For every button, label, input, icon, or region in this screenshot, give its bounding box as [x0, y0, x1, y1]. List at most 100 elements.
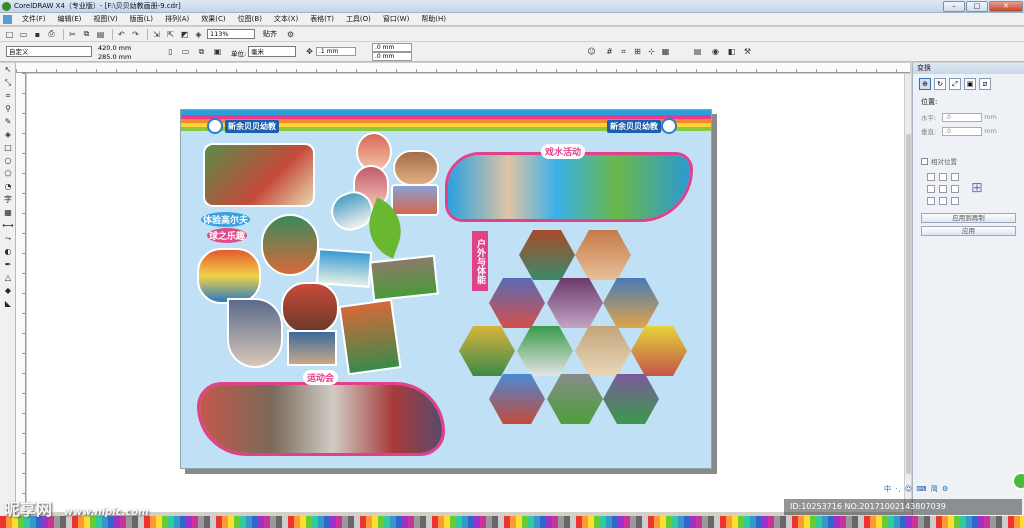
skew-tab-icon[interactable]: ⧄: [979, 78, 991, 90]
copy-icon[interactable]: ⧉: [81, 29, 92, 40]
anchor-cell[interactable]: [927, 197, 935, 205]
zoom-level-select[interactable]: 113%: [207, 29, 255, 39]
snap-to-dropdown[interactable]: 贴齐: [263, 29, 277, 39]
duplicate-y-field[interactable]: .0 mm: [372, 52, 412, 61]
anchor-point-grid[interactable]: [927, 173, 959, 205]
ime-toolbar[interactable]: 中 ·, ☺ ⌨ 简 ⚙: [884, 484, 949, 494]
hex-photo[interactable]: [489, 374, 545, 424]
welcome-icon[interactable]: ◈: [193, 29, 204, 40]
anchor-cell[interactable]: [939, 197, 947, 205]
redo-icon[interactable]: ↷: [130, 29, 141, 40]
table-tool-icon[interactable]: ▦: [2, 207, 14, 219]
freehand-tool-icon[interactable]: ✎: [2, 116, 14, 128]
rectangle-tool-icon[interactable]: □: [2, 142, 14, 154]
anchor-cell[interactable]: [951, 197, 959, 205]
options-panel-icon[interactable]: ▤: [692, 46, 703, 57]
rotate-tab-icon[interactable]: ↻: [934, 78, 946, 90]
fill-tool-icon[interactable]: ◆: [2, 285, 14, 297]
options-icon[interactable]: ⚙: [285, 29, 296, 40]
hex-photo[interactable]: [575, 326, 631, 376]
vertical-scrollbar[interactable]: [904, 74, 911, 512]
photo-team-games[interactable]: [287, 330, 337, 366]
zoom-tool-icon[interactable]: ⚲: [2, 103, 14, 115]
paste-icon[interactable]: ▤: [95, 29, 106, 40]
anchor-cell[interactable]: [927, 173, 935, 181]
save-icon[interactable]: ▪: [32, 29, 43, 40]
user-icon[interactable]: ☺: [586, 46, 597, 57]
all-pages-icon[interactable]: ⧉: [196, 46, 207, 57]
photo-golf-putt[interactable]: [315, 248, 373, 288]
units-select[interactable]: 毫米: [248, 46, 296, 57]
anchor-cell[interactable]: [939, 173, 947, 181]
landscape-icon[interactable]: ▭: [180, 46, 191, 57]
connector-tool-icon[interactable]: ⤳: [2, 233, 14, 245]
checkbox-icon[interactable]: [921, 157, 928, 165]
size-tab-icon[interactable]: ▣: [964, 78, 976, 90]
page-height-field[interactable]: 285.0 mm: [98, 53, 131, 61]
horizontal-ruler[interactable]: [16, 63, 910, 73]
photo-petal[interactable]: [393, 150, 439, 186]
hex-photo[interactable]: [547, 374, 603, 424]
apply-button[interactable]: 应用: [921, 226, 1016, 236]
nudge-distance-field[interactable]: .1 mm: [316, 47, 356, 56]
hex-photo[interactable]: [603, 374, 659, 424]
duplicate-x-field[interactable]: .0 mm: [372, 43, 412, 52]
basic-shapes-icon[interactable]: ◔: [2, 181, 14, 193]
photo-indoor-play[interactable]: [197, 248, 261, 304]
snap-objects-icon[interactable]: ⊞: [632, 46, 643, 57]
photo-playground-games[interactable]: [203, 143, 315, 207]
brochure-page[interactable]: 新余贝贝幼教 新余贝贝幼教 体验高尔夫 球之乐趣 运动会 戏水活动 户外与体能: [180, 109, 712, 469]
page-preset-select[interactable]: 自定义: [6, 46, 92, 57]
hex-photo[interactable]: [575, 230, 631, 280]
crop-tool-icon[interactable]: ⌗: [2, 90, 14, 102]
dimension-tool-icon[interactable]: ⟷: [2, 220, 14, 232]
anchor-cell[interactable]: [951, 185, 959, 193]
horizontal-input[interactable]: .0: [942, 112, 983, 122]
assistant-bubble-icon[interactable]: [1012, 472, 1024, 490]
current-page-icon[interactable]: ▣: [212, 46, 223, 57]
menu-view[interactable]: 视图(V): [87, 14, 123, 24]
photo-golf-green[interactable]: [369, 254, 439, 302]
hex-photo[interactable]: [459, 326, 515, 376]
portrait-icon[interactable]: ▯: [165, 46, 176, 57]
ellipse-tool-icon[interactable]: ○: [2, 155, 14, 167]
smart-fill-icon[interactable]: ◈: [2, 129, 14, 141]
export-icon[interactable]: ⇱: [165, 29, 176, 40]
interactive-blend-icon[interactable]: ◐: [2, 246, 14, 258]
minimize-button[interactable]: –: [943, 0, 965, 12]
menu-file[interactable]: 文件(F): [16, 14, 52, 24]
undo-icon[interactable]: ↶: [116, 29, 127, 40]
anchor-cell[interactable]: [927, 185, 935, 193]
print-icon[interactable]: ⎙: [46, 29, 57, 40]
position-tab-icon[interactable]: ⊕: [919, 78, 931, 90]
polygon-tool-icon[interactable]: ⬠: [2, 168, 14, 180]
treat-as-filled-icon[interactable]: ▦: [660, 46, 671, 57]
apply-to-duplicate-button[interactable]: 应用到再制: [921, 213, 1016, 223]
shape-tool-icon[interactable]: ⤡: [2, 77, 14, 89]
relative-position-checkbox[interactable]: 相对位置: [913, 152, 1024, 170]
hex-photo[interactable]: [489, 278, 545, 328]
scrollbar-thumb[interactable]: [906, 134, 911, 474]
menu-text[interactable]: 文本(X): [268, 14, 304, 24]
vertical-input[interactable]: .0: [942, 126, 983, 136]
photo-relay-race[interactable]: [281, 282, 339, 334]
menu-layout[interactable]: 版面(L): [124, 14, 159, 24]
color-palette[interactable]: [0, 516, 1024, 528]
anchor-cell[interactable]: [939, 185, 947, 193]
photo-tug-of-war[interactable]: [227, 298, 283, 368]
drawing-canvas[interactable]: 新余贝贝幼教 新余贝贝幼教 体验高尔夫 球之乐趣 运动会 戏水活动 户外与体能: [27, 74, 905, 512]
tools-icon[interactable]: ⚒: [742, 46, 753, 57]
interactive-fill-icon[interactable]: ◣: [2, 298, 14, 310]
menu-window[interactable]: 窗口(W): [377, 14, 415, 24]
hex-photo[interactable]: [631, 326, 687, 376]
hex-photo[interactable]: [603, 278, 659, 328]
launcher-icon[interactable]: ◩: [179, 29, 190, 40]
open-icon[interactable]: ▭: [18, 29, 29, 40]
hex-photo[interactable]: [517, 326, 573, 376]
new-icon[interactable]: □: [4, 29, 15, 40]
close-button[interactable]: ✕: [989, 0, 1023, 12]
menu-effects[interactable]: 效果(C): [195, 14, 231, 24]
hex-photo[interactable]: [547, 278, 603, 328]
outline-tool-icon[interactable]: △: [2, 272, 14, 284]
photo-running-kid[interactable]: [338, 298, 402, 376]
